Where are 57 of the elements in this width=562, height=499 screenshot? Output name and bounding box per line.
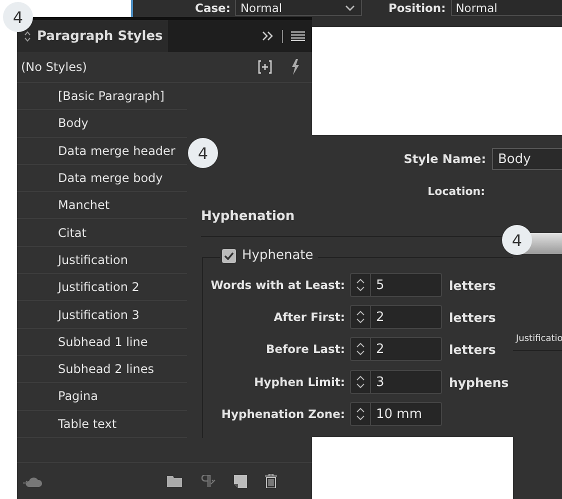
field-label: After First: [272,309,345,325]
case-dropdown[interactable]: Normal [235,0,362,16]
collapse-icon[interactable] [24,30,31,42]
location-label: Location: [428,185,485,198]
field-label: Words with at Least: [210,277,345,293]
number-stepper[interactable]: 10 mm [350,402,442,426]
number-stepper[interactable]: 5 [350,273,442,297]
panel-title: Paragraph Styles [37,28,163,44]
number-stepper[interactable]: 2 [350,337,442,361]
stepper-arrows-icon[interactable] [356,342,365,356]
section-title: Hyphenation [201,209,295,224]
checkbox-label: Hyphenate [242,248,314,263]
style-item[interactable]: Justification [17,246,187,274]
field-label: Hyphen Limit: [253,374,345,390]
style-item[interactable]: [Basic Paragraph] [17,83,187,110]
hyphenate-checkbox[interactable] [222,248,236,262]
unit-label: letters [449,342,496,356]
style-item[interactable]: Data merge body [17,164,187,192]
style-item[interactable]: Manchet [17,192,187,220]
style-name-label: Style Name: [404,152,486,166]
number-stepper[interactable]: 2 [350,305,442,329]
pilcrow-icon[interactable] [200,475,216,487]
field-label: Before Last: [265,341,345,357]
field-label: Case: [195,0,230,16]
step-badge: 4 [3,2,33,32]
style-item[interactable]: Justification 3 [17,301,187,329]
stepper-arrows-icon[interactable] [356,310,365,324]
menu-icon[interactable] [291,31,305,41]
style-item[interactable]: Data merge header [17,138,187,165]
stepper-arrows-icon[interactable] [356,375,365,389]
chevron-down-icon [345,4,356,10]
field-label: Position: [388,0,446,16]
style-item[interactable]: Subhead 2 lines [17,356,187,384]
panel-item[interactable]: Justificatio [513,334,562,351]
field-label: Hyphenation Zone: [220,406,345,422]
style-name-field[interactable]: Body [492,148,562,170]
folder-icon[interactable] [167,476,182,486]
unit-label: letters [449,278,496,292]
new-group-icon[interactable] [258,60,272,74]
lightning-icon[interactable] [290,59,300,75]
trash-icon[interactable] [265,474,277,488]
style-item[interactable]: Subhead 1 line [17,328,187,356]
style-item[interactable]: Citat [17,219,187,247]
position-field[interactable]: Normal [450,0,562,16]
style-item[interactable]: (No Styles) [21,60,87,74]
unit-label: hyphens [449,374,509,390]
double-chevron-icon[interactable] [262,31,274,41]
stepper-arrows-icon[interactable] [356,407,365,421]
new-page-icon[interactable] [234,474,247,488]
style-item[interactable]: Body [17,110,187,138]
number-stepper[interactable]: 3 [350,370,442,394]
cloud-icon[interactable] [23,475,43,487]
style-item[interactable]: Table text [17,410,187,438]
unit-label: letters [449,310,496,324]
stepper-arrows-icon[interactable] [356,278,365,292]
style-item[interactable]: Pagina [17,383,187,411]
style-item[interactable]: Justification 2 [17,274,187,302]
